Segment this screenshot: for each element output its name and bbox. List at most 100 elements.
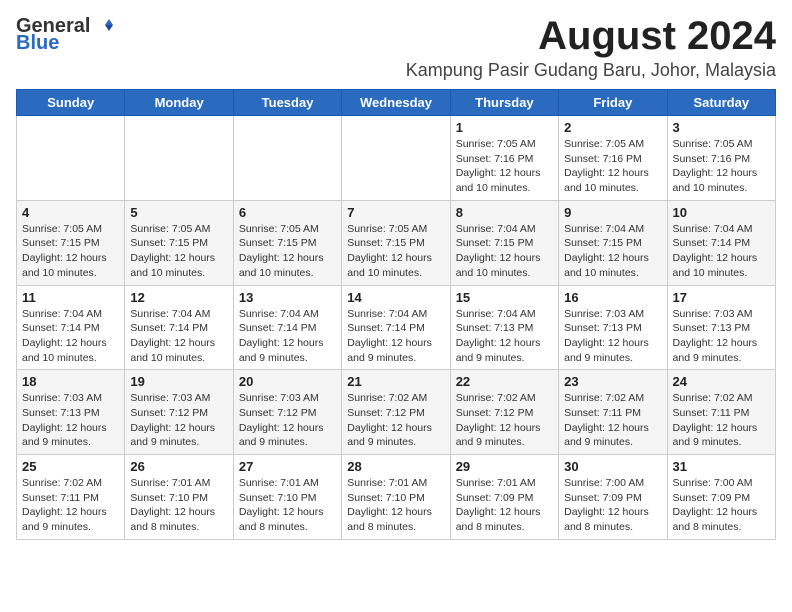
day-info: Sunrise: 7:02 AM Sunset: 7:11 PM Dayligh… — [22, 476, 119, 535]
day-info: Sunrise: 7:02 AM Sunset: 7:12 PM Dayligh… — [347, 391, 444, 450]
calendar-week-row: 18Sunrise: 7:03 AM Sunset: 7:13 PM Dayli… — [17, 370, 776, 455]
day-number: 8 — [456, 205, 553, 220]
calendar-week-row: 4 Sunrise: 7:05 AM Sunset: 7:15 PM Daylig… — [17, 200, 776, 285]
day-info: Sunrise: 7:01 AM Sunset: 7:10 PM Dayligh… — [239, 476, 336, 535]
col-saturday: Saturday — [667, 90, 775, 116]
day-info: Sunrise: 7:04 AM Sunset: 7:13 PM Dayligh… — [456, 307, 553, 366]
day-info: Sunrise: 7:04 AM Sunset: 7:15 PM Dayligh… — [456, 222, 553, 281]
table-row: 21 Sunrise: 7:02 AM Sunset: 7:12 PM Dayli… — [342, 370, 450, 455]
table-row: 19 Sunrise: 7:03 AM Sunset: 7:12 PM Dayli… — [125, 370, 233, 455]
day-number: 23 — [564, 374, 661, 389]
table-row: 6 Sunrise: 7:05 AM Sunset: 7:15 PM Daylig… — [233, 200, 341, 285]
day-info: Sunrise: 7:00 AM Sunset: 7:09 PM Dayligh… — [673, 476, 770, 535]
table-row: 22 Sunrise: 7:02 AM Sunset: 7:12 PM Dayli… — [450, 370, 558, 455]
page-header: General Blue August 2024 Kampung Pasir G… — [16, 16, 776, 81]
table-row — [17, 116, 125, 201]
day-number: 13 — [239, 290, 336, 305]
table-row: 28 Sunrise: 7:01 AM Sunset: 7:10 PM Dayli… — [342, 455, 450, 540]
day-number: 31 — [673, 459, 770, 474]
day-info: Sunrise: 7:03 AM Sunset: 7:13 PM Dayligh… — [673, 307, 770, 366]
day-number: 15 — [456, 290, 553, 305]
col-sunday: Sunday — [17, 90, 125, 116]
day-info: Sunrise: 7:05 AM Sunset: 7:16 PM Dayligh… — [673, 137, 770, 196]
calendar-week-row: 11Sunrise: 7:04 AM Sunset: 7:14 PM Dayli… — [17, 285, 776, 370]
day-number: 2 — [564, 120, 661, 135]
table-row: 7Sunrise: 7:05 AM Sunset: 7:15 PM Daylig… — [342, 200, 450, 285]
day-number: 4 — [22, 205, 119, 220]
table-row: 13 Sunrise: 7:04 AM Sunset: 7:14 PM Dayli… — [233, 285, 341, 370]
day-info: Sunrise: 7:04 AM Sunset: 7:14 PM Dayligh… — [130, 307, 227, 366]
day-number: 1 — [456, 120, 553, 135]
day-number: 18 — [22, 374, 119, 389]
day-number: 6 — [239, 205, 336, 220]
day-info: Sunrise: 7:05 AM Sunset: 7:15 PM Dayligh… — [347, 222, 444, 281]
day-info: Sunrise: 7:02 AM Sunset: 7:12 PM Dayligh… — [456, 391, 553, 450]
table-row: 29Sunrise: 7:01 AM Sunset: 7:09 PM Dayli… — [450, 455, 558, 540]
table-row: 8 Sunrise: 7:04 AM Sunset: 7:15 PM Daylig… — [450, 200, 558, 285]
logo: General Blue — [16, 16, 114, 55]
table-row: 20Sunrise: 7:03 AM Sunset: 7:12 PM Dayli… — [233, 370, 341, 455]
day-number: 27 — [239, 459, 336, 474]
table-row: 30 Sunrise: 7:00 AM Sunset: 7:09 PM Dayli… — [559, 455, 667, 540]
table-row — [342, 116, 450, 201]
col-friday: Friday — [559, 90, 667, 116]
table-row: 24 Sunrise: 7:02 AM Sunset: 7:11 PM Dayli… — [667, 370, 775, 455]
day-info: Sunrise: 7:04 AM Sunset: 7:14 PM Dayligh… — [347, 307, 444, 366]
day-number: 28 — [347, 459, 444, 474]
day-number: 30 — [564, 459, 661, 474]
table-row: 2 Sunrise: 7:05 AM Sunset: 7:16 PM Daylig… — [559, 116, 667, 201]
title-section: August 2024 Kampung Pasir Gudang Baru, J… — [406, 16, 776, 81]
day-number: 16 — [564, 290, 661, 305]
day-info: Sunrise: 7:02 AM Sunset: 7:11 PM Dayligh… — [564, 391, 661, 450]
day-number: 3 — [673, 120, 770, 135]
table-row: 26 Sunrise: 7:01 AM Sunset: 7:10 PM Dayli… — [125, 455, 233, 540]
table-row: 12 Sunrise: 7:04 AM Sunset: 7:14 PM Dayli… — [125, 285, 233, 370]
day-number: 26 — [130, 459, 227, 474]
day-info: Sunrise: 7:05 AM Sunset: 7:16 PM Dayligh… — [564, 137, 661, 196]
day-info: Sunrise: 7:01 AM Sunset: 7:10 PM Dayligh… — [347, 476, 444, 535]
calendar-table: Sunday Monday Tuesday Wednesday Thursday… — [16, 89, 776, 540]
day-number: 22 — [456, 374, 553, 389]
col-monday: Monday — [125, 90, 233, 116]
day-info: Sunrise: 7:01 AM Sunset: 7:10 PM Dayligh… — [130, 476, 227, 535]
day-info: Sunrise: 7:00 AM Sunset: 7:09 PM Dayligh… — [564, 476, 661, 535]
day-info: Sunrise: 7:03 AM Sunset: 7:12 PM Dayligh… — [130, 391, 227, 450]
day-number: 20 — [239, 374, 336, 389]
day-info: Sunrise: 7:04 AM Sunset: 7:15 PM Dayligh… — [564, 222, 661, 281]
logo-icon — [91, 17, 113, 35]
col-wednesday: Wednesday — [342, 90, 450, 116]
day-number: 21 — [347, 374, 444, 389]
day-info: Sunrise: 7:03 AM Sunset: 7:13 PM Dayligh… — [564, 307, 661, 366]
table-row: 9 Sunrise: 7:04 AM Sunset: 7:15 PM Daylig… — [559, 200, 667, 285]
table-row: 23 Sunrise: 7:02 AM Sunset: 7:11 PM Dayli… — [559, 370, 667, 455]
day-info: Sunrise: 7:05 AM Sunset: 7:15 PM Dayligh… — [239, 222, 336, 281]
table-row: 5Sunrise: 7:05 AM Sunset: 7:15 PM Daylig… — [125, 200, 233, 285]
calendar-header-row: Sunday Monday Tuesday Wednesday Thursday… — [17, 90, 776, 116]
table-row: 17 Sunrise: 7:03 AM Sunset: 7:13 PM Dayli… — [667, 285, 775, 370]
day-number: 14 — [347, 290, 444, 305]
day-info: Sunrise: 7:05 AM Sunset: 7:15 PM Dayligh… — [130, 222, 227, 281]
day-number: 10 — [673, 205, 770, 220]
day-info: Sunrise: 7:02 AM Sunset: 7:11 PM Dayligh… — [673, 391, 770, 450]
month-year-title: August 2024 — [406, 16, 776, 56]
table-row: 10Sunrise: 7:04 AM Sunset: 7:14 PM Dayli… — [667, 200, 775, 285]
day-number: 29 — [456, 459, 553, 474]
day-number: 19 — [130, 374, 227, 389]
day-number: 24 — [673, 374, 770, 389]
table-row: 27 Sunrise: 7:01 AM Sunset: 7:10 PM Dayli… — [233, 455, 341, 540]
day-number: 25 — [22, 459, 119, 474]
col-tuesday: Tuesday — [233, 90, 341, 116]
table-row: 4Sunrise: 7:05 AM Sunset: 7:15 PM Daylig… — [17, 200, 125, 285]
table-row: 18Sunrise: 7:03 AM Sunset: 7:13 PM Dayli… — [17, 370, 125, 455]
table-row — [233, 116, 341, 201]
table-row: 1Sunrise: 7:05 AM Sunset: 7:16 PM Daylig… — [450, 116, 558, 201]
location-subtitle: Kampung Pasir Gudang Baru, Johor, Malays… — [406, 60, 776, 81]
table-row — [125, 116, 233, 201]
table-row: 11Sunrise: 7:04 AM Sunset: 7:14 PM Dayli… — [17, 285, 125, 370]
day-number: 17 — [673, 290, 770, 305]
calendar-week-row: 1 Sunrise: 7:05 AM Sunset: 7:16 PM Daylig… — [17, 116, 776, 201]
col-thursday: Thursday — [450, 90, 558, 116]
day-info: Sunrise: 7:04 AM Sunset: 7:14 PM Dayligh… — [239, 307, 336, 366]
day-number: 12 — [130, 290, 227, 305]
day-number: 9 — [564, 205, 661, 220]
